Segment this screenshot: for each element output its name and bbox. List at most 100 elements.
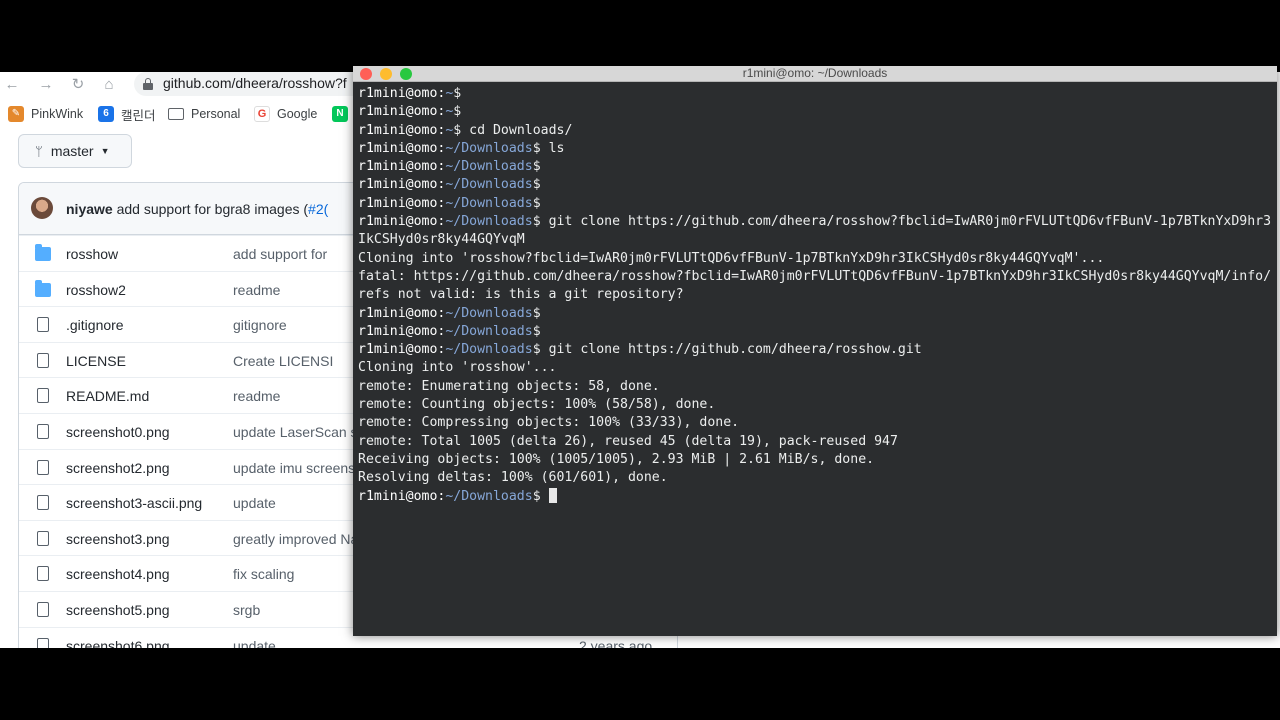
terminal-title: r1mini@omo: ~/Downloads bbox=[742, 66, 888, 80]
commit-pr-link[interactable]: #2( bbox=[308, 201, 328, 217]
reload-icon[interactable]: ↻ bbox=[68, 75, 88, 95]
bookmark-google[interactable]: G Google bbox=[254, 104, 317, 124]
file-name-link[interactable]: README.md bbox=[66, 388, 149, 404]
file-icon bbox=[37, 495, 49, 511]
bookmark-label: Google bbox=[277, 107, 318, 121]
file-icon bbox=[37, 602, 49, 617]
file-name-link[interactable]: screenshot3.png bbox=[66, 531, 170, 547]
prompt-path: ~/Downloads bbox=[445, 214, 533, 230]
home-icon[interactable]: ⌂ bbox=[99, 75, 119, 95]
url-field[interactable]: github.com/dheera/rosshow?f bbox=[134, 72, 374, 96]
terminal-line: r1mini@omo:~/Downloads$ bbox=[358, 305, 1272, 323]
bookmark-label: PinkWink bbox=[31, 107, 84, 121]
prompt-user: r1mini@omo: bbox=[358, 323, 446, 339]
terminal-line: r1mini@omo:~$ cd Downloads/ bbox=[358, 122, 1272, 140]
git-branch-icon: ᛘ bbox=[35, 143, 43, 159]
file-name-link[interactable]: rosshow2 bbox=[66, 282, 126, 298]
terminal-line: Resolving deltas: 100% (601/601), done. bbox=[358, 470, 668, 486]
caret-down-icon: ▼ bbox=[100, 146, 110, 156]
prompt-user: r1mini@omo: bbox=[358, 177, 446, 193]
prompt-user: r1mini@omo: bbox=[358, 140, 446, 156]
folder-icon bbox=[35, 244, 51, 261]
file-name-link[interactable]: screenshot6.png bbox=[66, 638, 170, 648]
file-name-link[interactable]: .gitignore bbox=[66, 317, 124, 333]
prompt-command: $ bbox=[532, 177, 541, 193]
avatar[interactable] bbox=[31, 197, 53, 219]
terminal-titlebar[interactable]: r1mini@omo: ~/Downloads bbox=[353, 66, 1277, 82]
terminal-line: r1mini@omo:~/Downloads$ bbox=[358, 487, 1272, 506]
google-favicon-icon: G bbox=[254, 106, 270, 122]
file-commit-message[interactable]: update bbox=[233, 495, 276, 511]
file-commit-message[interactable]: update LaserScan s bbox=[233, 424, 358, 440]
file-name-link[interactable]: screenshot4.png bbox=[66, 566, 170, 582]
lock-icon bbox=[143, 78, 153, 90]
file-commit-message[interactable]: update bbox=[233, 638, 276, 648]
commit-author[interactable]: niyawe bbox=[66, 201, 113, 217]
prompt-path: ~/Downloads bbox=[445, 305, 533, 321]
terminal-line: r1mini@omo:~/Downloads$ git clone https:… bbox=[358, 341, 1272, 359]
bookmark-pinkwink[interactable]: ✎ PinkWink bbox=[8, 104, 83, 124]
file-icon bbox=[37, 317, 49, 333]
forward-arrow-icon[interactable]: → bbox=[36, 75, 56, 95]
terminal-line: Cloning into 'rosshow?fbclid=IwAR0jm0rFV… bbox=[358, 250, 1105, 266]
file-icon bbox=[37, 388, 49, 404]
file-icon bbox=[37, 566, 49, 582]
terminal-line: r1mini@omo:~/Downloads$ bbox=[358, 176, 1272, 194]
prompt-command: $ bbox=[453, 86, 462, 101]
file-name-link[interactable]: rosshow bbox=[66, 246, 118, 262]
prompt-path: ~/Downloads bbox=[445, 159, 533, 175]
file-commit-message[interactable]: gitignore bbox=[233, 317, 287, 333]
prompt-path: ~/Downloads bbox=[445, 488, 533, 504]
terminal-line: r1mini@omo:~/Downloads$ git clone https:… bbox=[358, 213, 1272, 250]
terminal-line: r1mini@omo:~$ bbox=[358, 85, 1272, 103]
bookmark-personal[interactable]: Personal bbox=[168, 104, 240, 124]
terminal-line: r1mini@omo:~/Downloads$ ls bbox=[358, 140, 1272, 158]
bookmark-calendar[interactable]: 6 캘린더 bbox=[98, 104, 156, 124]
file-name-link[interactable]: LICENSE bbox=[66, 353, 126, 369]
prompt-user: r1mini@omo: bbox=[358, 86, 446, 101]
file-commit-message[interactable]: readme bbox=[233, 388, 280, 404]
file-name-link[interactable]: screenshot3-ascii.png bbox=[66, 495, 202, 511]
pinkwink-favicon-icon: ✎ bbox=[8, 106, 24, 122]
url-text: github.com/dheera/rosshow?f bbox=[163, 75, 347, 91]
terminal-line: r1mini@omo:~/Downloads$ bbox=[358, 323, 1272, 341]
terminal-line: Receiving objects: 100% (1005/1005), 2.9… bbox=[358, 451, 875, 467]
file-commit-message[interactable]: add support for bbox=[233, 246, 327, 262]
file-icon bbox=[37, 530, 49, 546]
file-name-link[interactable]: screenshot2.png bbox=[66, 460, 170, 476]
prompt-command: $ bbox=[532, 305, 541, 321]
prompt-command: $ git clone https://github.com/dheera/ro… bbox=[532, 342, 922, 358]
prompt-command: $ bbox=[532, 323, 541, 339]
prompt-user: r1mini@omo: bbox=[358, 159, 446, 175]
file-commit-message[interactable]: update imu screens bbox=[233, 460, 355, 476]
file-age: 2 years ago bbox=[579, 637, 653, 648]
file-name-link[interactable]: screenshot5.png bbox=[66, 602, 170, 618]
file-commit-message[interactable]: fix scaling bbox=[233, 566, 294, 582]
terminal-line: remote: Enumerating objects: 58, done. bbox=[358, 378, 660, 394]
terminal-line: remote: Counting objects: 100% (58/58), … bbox=[358, 397, 716, 413]
terminal-output[interactable]: r1mini@omo:~$ r1mini@omo:~$ r1mini@omo:~$ … bbox=[353, 82, 1277, 636]
file-icon bbox=[37, 637, 49, 648]
bookmark-naver[interactable]: N bbox=[332, 104, 355, 124]
file-icon bbox=[37, 459, 49, 475]
commit-message[interactable]: add support for bgra8 images ( bbox=[117, 201, 308, 217]
prompt-path: ~/Downloads bbox=[445, 140, 533, 156]
prompt-user: r1mini@omo: bbox=[358, 488, 446, 504]
file-icon bbox=[37, 352, 49, 368]
naver-favicon-icon: N bbox=[332, 106, 348, 122]
prompt-command: $ ls bbox=[532, 140, 565, 156]
file-commit-message[interactable]: srgb bbox=[233, 602, 260, 618]
file-commit-message[interactable]: greatly improved Na bbox=[233, 531, 358, 547]
terminal-line: fatal: https://github.com/dheera/rosshow… bbox=[358, 268, 1272, 303]
file-commit-message[interactable]: Create LICENSI bbox=[233, 353, 333, 369]
prompt-command: $ bbox=[532, 195, 541, 211]
bookmark-label: 캘린더 bbox=[121, 108, 156, 123]
terminal-window[interactable]: r1mini@omo: ~/Downloads r1mini@omo:~$ r1m… bbox=[353, 66, 1277, 636]
prompt-command: $ bbox=[532, 488, 549, 504]
file-name-link[interactable]: screenshot0.png bbox=[66, 424, 170, 440]
file-icon bbox=[37, 424, 49, 439]
branch-select-button[interactable]: ᛘ master ▼ bbox=[18, 134, 132, 168]
prompt-user: r1mini@omo: bbox=[358, 195, 446, 211]
file-commit-message[interactable]: readme bbox=[233, 282, 280, 298]
back-arrow-icon[interactable]: ← bbox=[2, 75, 22, 95]
